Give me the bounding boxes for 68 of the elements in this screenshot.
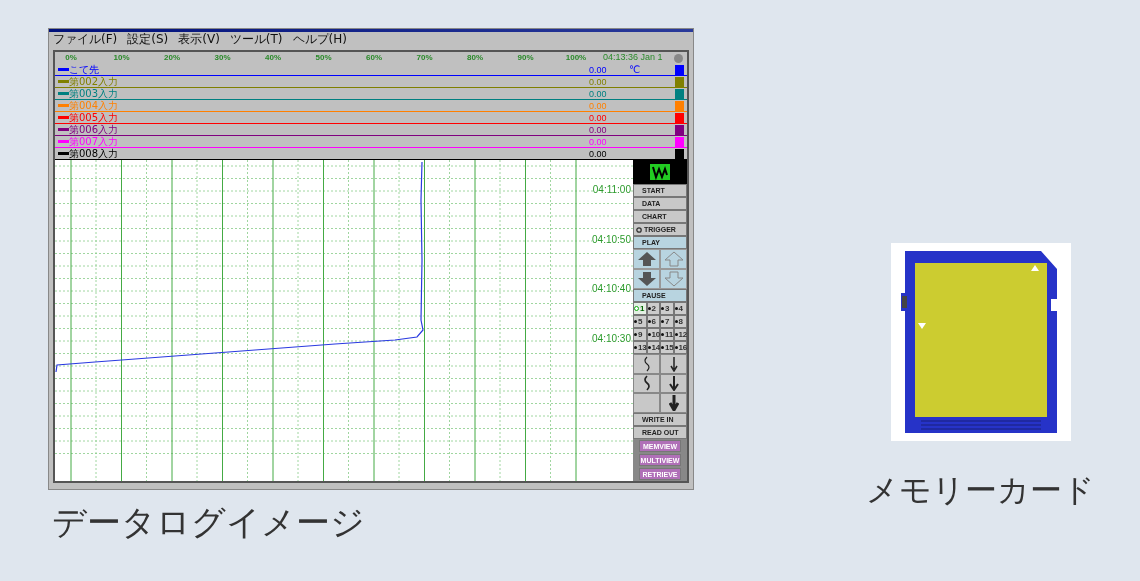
color-box[interactable] bbox=[675, 88, 684, 99]
menu-item[interactable]: 設定(S) bbox=[127, 32, 169, 47]
scale-label: 0% bbox=[64, 53, 78, 62]
channel-value: 0.00 bbox=[589, 148, 608, 159]
time-label: 04:11:00 bbox=[592, 184, 631, 195]
channel-value: 0.00 bbox=[589, 88, 608, 99]
channel-toggle[interactable]: 13 bbox=[633, 341, 647, 354]
channel-toggle[interactable]: 16 bbox=[673, 341, 687, 354]
caption: メモリーカード bbox=[866, 470, 1095, 511]
channel-toggle[interactable]: 14 bbox=[646, 341, 660, 354]
time-label: 04:10:50 bbox=[592, 233, 631, 245]
menu-item[interactable]: ツール(T) bbox=[229, 32, 283, 47]
scale-label: 20% bbox=[163, 53, 181, 62]
scale-label: 100% bbox=[564, 53, 588, 62]
color-box[interactable] bbox=[675, 112, 684, 123]
color-box[interactable] bbox=[675, 100, 684, 111]
color-box[interactable] bbox=[675, 148, 684, 159]
clock-text: 04:13:36 Jan 1 bbox=[603, 52, 663, 62]
channel-toggle[interactable]: 9 bbox=[633, 328, 647, 341]
channel-name: 第002入力 bbox=[69, 76, 120, 87]
channel-name: 第003入力 bbox=[69, 88, 120, 99]
down-arrow-icon bbox=[668, 395, 679, 412]
scale-label: 60% bbox=[365, 53, 383, 62]
channel-toggle[interactable]: 3 bbox=[660, 302, 674, 315]
scale-label: 80% bbox=[466, 53, 484, 62]
scale-label: 30% bbox=[213, 53, 232, 62]
time-label: 04:10:40 bbox=[592, 283, 631, 294]
wave-button[interactable] bbox=[633, 354, 660, 374]
wave-icon bbox=[642, 375, 651, 392]
channel-name: こて先 bbox=[69, 64, 100, 75]
scale-label: 90% bbox=[516, 53, 535, 62]
channel-value: 0.00 bbox=[589, 136, 608, 147]
color-box[interactable] bbox=[675, 136, 684, 147]
color-box[interactable] bbox=[675, 64, 684, 75]
scale-label: 10% bbox=[112, 53, 131, 62]
channel-name: 第004入力 bbox=[69, 100, 120, 111]
channel-name: 第008入力 bbox=[69, 148, 120, 159]
scale-label: 70% bbox=[415, 53, 434, 62]
menu-item[interactable]: ヘルプ(H) bbox=[292, 32, 347, 47]
channel-toggle[interactable]: 5 bbox=[633, 315, 647, 328]
unit-text: ℃ bbox=[629, 64, 641, 75]
channel-toggle[interactable]: 7 bbox=[660, 315, 674, 328]
bullet-icon bbox=[636, 226, 642, 233]
menu-item[interactable]: 表示(V) bbox=[178, 32, 220, 47]
color-box[interactable] bbox=[675, 76, 684, 87]
arrow-button[interactable] bbox=[660, 354, 687, 374]
menu-item[interactable]: ファイル(F) bbox=[53, 32, 118, 47]
channel-value: 0.00 bbox=[589, 76, 608, 87]
channel-value: 0.00 bbox=[589, 112, 608, 123]
channel-toggle[interactable]: 15 bbox=[660, 341, 674, 354]
channel-value: 0.00 bbox=[589, 64, 608, 75]
time-label: 04:10:30 bbox=[592, 332, 631, 344]
channel-name: 第005入力 bbox=[69, 112, 120, 123]
color-box[interactable] bbox=[675, 124, 684, 135]
status-lamp-icon bbox=[674, 54, 683, 63]
scale-label: 40% bbox=[264, 53, 282, 62]
channel-toggle[interactable]: 1 bbox=[633, 302, 647, 315]
channel-name: 第006入力 bbox=[69, 124, 120, 135]
channel-toggle[interactable]: 11 bbox=[660, 328, 674, 341]
caption: データログイメージ bbox=[52, 501, 366, 544]
channel-value: 0.00 bbox=[589, 124, 608, 135]
down-arrow-icon bbox=[668, 375, 679, 392]
scale-label: 50% bbox=[314, 53, 333, 62]
wave-icon bbox=[642, 355, 651, 372]
channel-name: 第007入力 bbox=[69, 136, 120, 147]
down-arrow-icon bbox=[669, 355, 678, 372]
channel-value: 0.00 bbox=[589, 100, 608, 111]
arrow-button[interactable] bbox=[660, 393, 687, 413]
